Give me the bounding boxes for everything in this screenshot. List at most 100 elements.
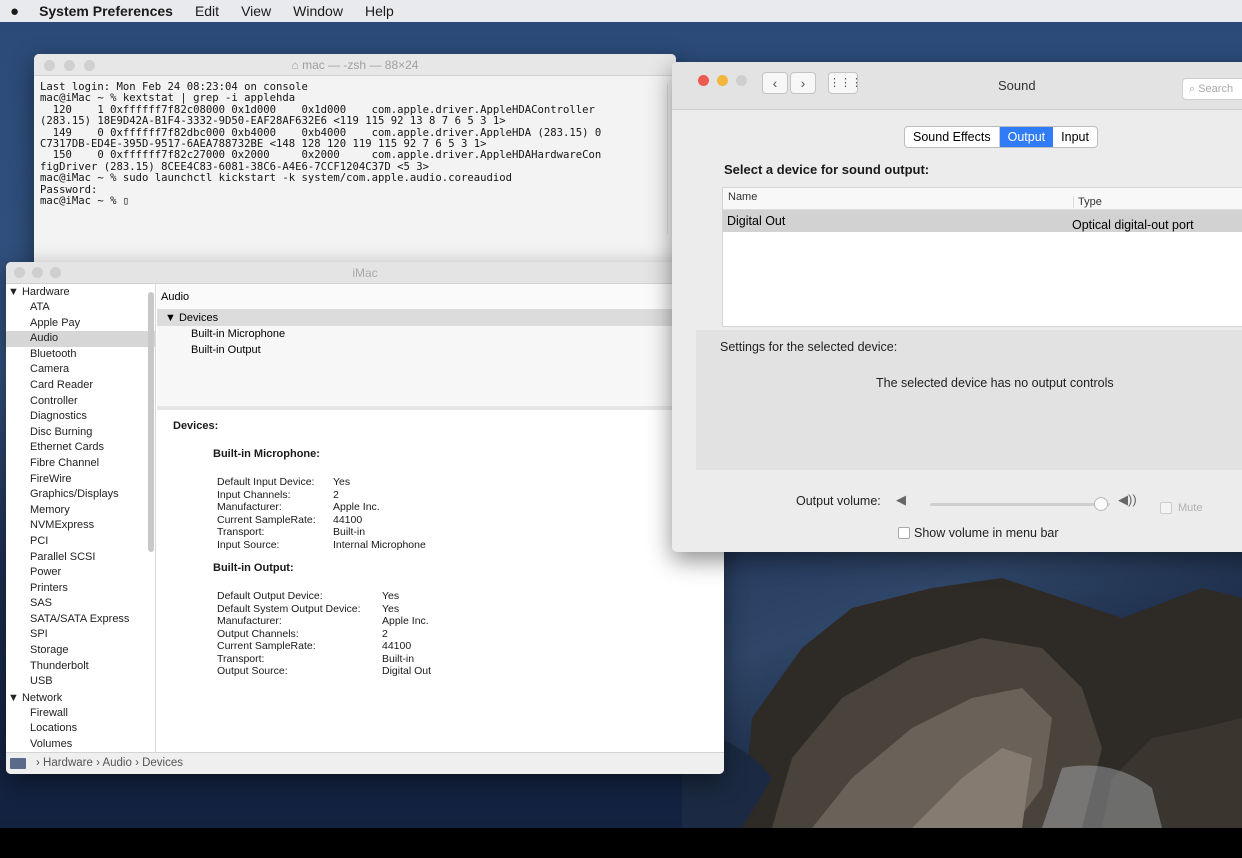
chevron-left-icon: ‹: [772, 75, 778, 91]
settings-panel: Settings for the selected device: The se…: [696, 330, 1242, 470]
sidebar-group[interactable]: ▼ Network: [6, 690, 155, 706]
tab-sound-effects[interactable]: Sound Effects: [905, 127, 1000, 147]
sidebar-item[interactable]: Apple Pay: [6, 316, 155, 332]
no-controls-message: The selected device has no output contro…: [876, 376, 1114, 390]
sound-window: ‹ › ⋮⋮⋮ Sound ⌕ Search Sound Effects Out…: [672, 62, 1242, 552]
sidebar-item[interactable]: Camera: [6, 362, 155, 378]
device-name: Digital Out: [727, 214, 786, 228]
tab-output[interactable]: Output: [999, 127, 1054, 147]
sidebar-item[interactable]: Parallel SCSI: [6, 550, 155, 566]
sound-toolbar[interactable]: ‹ › ⋮⋮⋮ Sound ⌕ Search: [672, 62, 1242, 110]
sidebar-item[interactable]: Bluetooth: [6, 347, 155, 363]
show-volume-checkbox[interactable]: [898, 527, 910, 539]
terminal-window: ⌂ mac — -zsh — 88×24 Last login: Mon Feb…: [34, 54, 676, 274]
menu-help[interactable]: Help: [365, 3, 394, 19]
sidebar-item[interactable]: PCI: [6, 534, 155, 550]
zoom-button[interactable]: [84, 60, 95, 71]
volume-slider-thumb[interactable]: [1094, 497, 1108, 511]
mic-heading: Built-in Microphone:: [213, 448, 320, 460]
sidebar-item[interactable]: FireWire: [6, 472, 155, 488]
terminal-title: mac — -zsh — 88×24: [302, 58, 419, 72]
sidebar-item[interactable]: Fibre Channel: [6, 456, 155, 472]
property-value: 44100: [382, 640, 412, 652]
sidebar-item[interactable]: Power: [6, 565, 155, 581]
menu-app-name[interactable]: System Preferences: [39, 3, 173, 19]
apple-icon[interactable]: ●: [10, 3, 19, 20]
property-value: Digital Out: [382, 665, 432, 677]
speaker-high-icon: ◀)): [1118, 492, 1137, 507]
property-key: Current SampleRate:: [217, 640, 316, 652]
list-header[interactable]: Audio: [157, 284, 724, 310]
path-bar: › Hardware › Audio › Devices: [6, 752, 724, 774]
menu-window[interactable]: Window: [293, 3, 343, 19]
volume-label: Output volume:: [796, 494, 881, 508]
zoom-button[interactable]: [50, 267, 61, 278]
sidebar-item[interactable]: Card Reader: [6, 378, 155, 394]
devices-row[interactable]: ▼ Devices: [157, 310, 724, 326]
sidebar-item[interactable]: Disc Burning: [6, 425, 155, 441]
system-information-window: iMac ▼ Hardware ATA Apple Pay Audio Bluetoot…: [6, 262, 724, 774]
sidebar-item[interactable]: Thunderbolt: [6, 659, 155, 675]
sidebar-item[interactable]: ATA: [6, 300, 155, 316]
sidebar-item[interactable]: Diagnostics: [6, 409, 155, 425]
sidebar-item[interactable]: SPI: [6, 627, 155, 643]
volume-slider[interactable]: [930, 497, 1110, 511]
minimize-button[interactable]: [64, 60, 75, 71]
sysinfo-titlebar[interactable]: iMac: [6, 262, 724, 284]
column-type[interactable]: Type: [1073, 196, 1102, 208]
output-heading: Built-in Output:: [213, 562, 294, 574]
sidebar-item[interactable]: Graphics/Displays: [6, 487, 155, 503]
property-key: Manufacturer:: [217, 615, 282, 627]
close-button[interactable]: [14, 267, 25, 278]
terminal-output[interactable]: Last login: Mon Feb 24 08:23:04 on conso…: [34, 76, 676, 207]
mute-checkbox[interactable]: [1160, 502, 1172, 514]
path-text[interactable]: › Hardware › Audio › Devices: [36, 757, 183, 769]
sidebar-scrollbar[interactable]: [148, 292, 154, 552]
forward-button[interactable]: ›: [790, 72, 816, 94]
property-value: 2: [333, 488, 339, 501]
window-title: Sound: [998, 78, 1036, 93]
sidebar-item[interactable]: SAS: [6, 596, 155, 612]
property-value: 44100: [333, 513, 363, 526]
menu-view[interactable]: View: [241, 3, 271, 19]
search-placeholder: Search: [1198, 83, 1234, 95]
sidebar-item[interactable]: Storage: [6, 643, 155, 659]
terminal-line: mac@iMac ~ % ▯: [40, 195, 130, 208]
sidebar-item[interactable]: Printers: [6, 581, 155, 597]
menu-edit[interactable]: Edit: [195, 3, 219, 19]
search-field[interactable]: ⌕ Search: [1182, 78, 1242, 100]
menu-bar: ● System Preferences Edit View Window He…: [0, 0, 1242, 22]
minimize-button[interactable]: [32, 267, 43, 278]
property-value: Built-in: [333, 526, 366, 538]
sidebar-item[interactable]: Locations: [6, 721, 155, 737]
sidebar-item[interactable]: SATA/SATA Express: [6, 612, 155, 628]
close-button[interactable]: [698, 75, 709, 86]
sidebar-item[interactable]: Audio: [6, 331, 155, 347]
sidebar-item[interactable]: Firewall: [6, 706, 155, 722]
sidebar-item[interactable]: Controller: [6, 394, 155, 410]
list-item[interactable]: Built-in Microphone: [157, 326, 724, 342]
sidebar-group[interactable]: ▼ Hardware: [6, 284, 155, 300]
sidebar-item[interactable]: Ethernet Cards: [6, 440, 155, 456]
output-values: Yes Yes Apple Inc. 2 44100 Built-in Digital Ou…: [382, 590, 431, 678]
sidebar-item[interactable]: Memory: [6, 503, 155, 519]
back-button[interactable]: ‹: [762, 72, 788, 94]
sidebar-item[interactable]: Volumes: [6, 737, 155, 752]
terminal-titlebar[interactable]: ⌂ mac — -zsh — 88×24: [34, 54, 676, 76]
mic-keys: Default Input Device: Input Channels: Manu…: [217, 476, 316, 551]
show-all-button[interactable]: ⋮⋮⋮: [828, 72, 862, 94]
close-button[interactable]: [44, 60, 55, 71]
property-key: Input Channels:: [217, 488, 291, 501]
tab-input[interactable]: Input: [1053, 127, 1097, 147]
minimize-button[interactable]: [717, 75, 728, 86]
list-item[interactable]: Built-in Output: [157, 342, 724, 358]
zoom-button[interactable]: [736, 75, 747, 86]
property-key: Current SampleRate:: [217, 513, 316, 526]
property-value: Yes: [382, 602, 400, 615]
computer-icon: [10, 758, 26, 769]
sidebar-item[interactable]: NVMExpress: [6, 518, 155, 534]
column-name[interactable]: Name: [728, 191, 757, 203]
sidebar-item[interactable]: USB: [6, 674, 155, 690]
table-row[interactable]: Digital Out Optical digital-out port: [723, 210, 1242, 232]
wallpaper-image: [682, 528, 1242, 828]
